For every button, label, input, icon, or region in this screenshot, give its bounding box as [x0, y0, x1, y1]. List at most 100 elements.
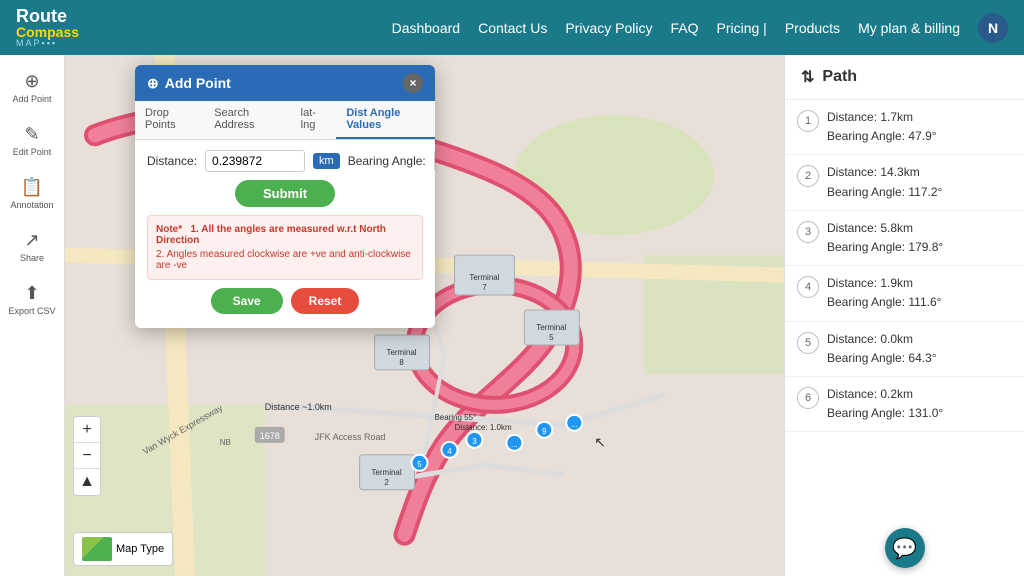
- map-container: Van Wyck Expressway JFK Access Road NB 1…: [65, 55, 784, 576]
- path-list: 1 Distance: 1.7km Bearing Angle: 47.9° 2…: [785, 100, 1024, 520]
- svg-text:↖: ↖: [594, 434, 606, 450]
- nav-avatar[interactable]: N: [978, 13, 1008, 43]
- tab-dist-angle[interactable]: Dist Angle Values: [336, 101, 435, 139]
- path-title: Path: [822, 68, 857, 86]
- share-icon: ↗: [24, 230, 39, 251]
- sidebar-label-share: Share: [20, 253, 44, 263]
- nav-dashboard[interactable]: Dashboard: [392, 20, 461, 36]
- nav-pricing[interactable]: Pricing |: [716, 20, 766, 36]
- zoom-reset-button[interactable]: ▲: [74, 469, 100, 495]
- map-type-button[interactable]: Map Type: [73, 532, 173, 566]
- svg-text:3: 3: [472, 437, 477, 446]
- nav-billing[interactable]: My plan & billing: [858, 20, 960, 36]
- path-item-bearing: Bearing Angle: 111.6°: [827, 293, 941, 312]
- sidebar-item-share[interactable]: ↗ Share: [4, 224, 60, 269]
- zoom-in-button[interactable]: +: [74, 417, 100, 443]
- add-point-header-icon: ⊕: [147, 75, 159, 92]
- sidebar-item-annotation[interactable]: 📋 Annotation: [4, 171, 60, 216]
- sidebar-label-annotation: Annotation: [10, 200, 53, 210]
- unit-badge: km: [313, 153, 340, 169]
- path-item: 1 Distance: 1.7km Bearing Angle: 47.9°: [785, 100, 1024, 155]
- map-type-label: Map Type: [116, 543, 164, 555]
- note-box: Note* 1. All the angles are measured w.r…: [147, 215, 423, 280]
- path-item: 3 Distance: 5.8km Bearing Angle: 179.8°: [785, 211, 1024, 266]
- reset-button[interactable]: Reset: [291, 288, 360, 314]
- sidebar: ⊕ Add Point ✎ Edit Point 📋 Annotation ↗ …: [0, 55, 65, 576]
- add-point-icon: ⊕: [24, 71, 39, 92]
- annotation-icon: 📋: [21, 177, 43, 198]
- svg-text:Distance ~1.0km: Distance ~1.0km: [265, 402, 332, 412]
- path-item-number: 2: [797, 165, 819, 187]
- dialog-tabs: Drop Points Search Address lat-lng Dist …: [135, 101, 435, 140]
- distance-row: Distance: km Bearing Angle:: [147, 150, 423, 172]
- distance-input[interactable]: [205, 150, 305, 172]
- svg-text:8: 8: [399, 358, 404, 367]
- nav-contact[interactable]: Contact Us: [478, 20, 547, 36]
- zoom-out-button[interactable]: −: [74, 443, 100, 469]
- svg-text:1678: 1678: [260, 431, 280, 441]
- nav-faq[interactable]: FAQ: [670, 20, 698, 36]
- svg-text:...: ...: [511, 440, 518, 449]
- svg-text:Bearing 55°: Bearing 55°: [434, 413, 476, 422]
- dialog-close-button[interactable]: ×: [403, 73, 423, 93]
- nav: Dashboard Contact Us Privacy Policy FAQ …: [392, 13, 1008, 43]
- path-panel: ⇅ Path 1 Distance: 1.7km Bearing Angle: …: [784, 55, 1024, 576]
- path-item-bearing: Bearing Angle: 64.3°: [827, 349, 937, 368]
- nav-privacy[interactable]: Privacy Policy: [565, 20, 652, 36]
- path-item-number: 1: [797, 110, 819, 132]
- path-item-bearing: Bearing Angle: 117.2°: [827, 183, 942, 202]
- path-item-info: Distance: 1.9km Bearing Angle: 111.6°: [827, 274, 941, 312]
- nav-products[interactable]: Products: [785, 20, 840, 36]
- svg-text:5: 5: [549, 333, 554, 342]
- svg-text:NB: NB: [220, 438, 231, 447]
- svg-text:Terminal: Terminal: [371, 468, 401, 477]
- path-icon: ⇅: [801, 67, 814, 87]
- fab-button[interactable]: 💬: [885, 528, 925, 568]
- path-item-bearing: Bearing Angle: 47.9°: [827, 127, 937, 146]
- path-item-info: Distance: 14.3km Bearing Angle: 117.2°: [827, 163, 942, 201]
- save-button[interactable]: Save: [211, 288, 283, 314]
- bearing-input[interactable]: [434, 150, 435, 172]
- dialog-header: ⊕ Add Point ×: [135, 65, 435, 101]
- path-item-distance: Distance: 1.9km: [827, 274, 941, 293]
- edit-point-icon: ✎: [24, 124, 39, 145]
- map-background[interactable]: Van Wyck Expressway JFK Access Road NB 1…: [65, 55, 784, 576]
- sidebar-item-add-point[interactable]: ⊕ Add Point: [4, 65, 60, 110]
- path-item-info: Distance: 0.0km Bearing Angle: 64.3°: [827, 330, 937, 368]
- svg-text:Terminal: Terminal: [469, 273, 499, 282]
- svg-text:Distance: 1.0km: Distance: 1.0km: [454, 423, 511, 432]
- svg-text:Terminal: Terminal: [386, 348, 416, 357]
- distance-label: Distance:: [147, 154, 197, 168]
- logo-compass: Compass: [16, 25, 79, 39]
- sidebar-label-export-csv: Export CSV: [8, 306, 55, 316]
- tab-drop-points[interactable]: Drop Points: [135, 101, 204, 139]
- path-item-number: 6: [797, 387, 819, 409]
- dialog-header-left: ⊕ Add Point: [147, 75, 231, 92]
- sidebar-item-export-csv[interactable]: ⬆ Export CSV: [4, 277, 60, 322]
- tab-lat-lng[interactable]: lat-lng: [291, 101, 337, 139]
- submit-button[interactable]: Submit: [235, 180, 335, 207]
- path-item: 4 Distance: 1.9km Bearing Angle: 111.6°: [785, 266, 1024, 321]
- sidebar-item-edit-point[interactable]: ✎ Edit Point: [4, 118, 60, 163]
- svg-text:Terminal: Terminal: [536, 323, 566, 332]
- path-item-number: 3: [797, 221, 819, 243]
- main-layout: ⊕ Add Point ✎ Edit Point 📋 Annotation ↗ …: [0, 55, 1024, 576]
- sidebar-label-edit-point: Edit Point: [13, 147, 52, 157]
- header: Route Compass MAP▪▪▪ Dashboard Contact U…: [0, 0, 1024, 55]
- dialog-body: Distance: km Bearing Angle: Submit Note*…: [135, 140, 435, 328]
- note-title: Note* 1. All the angles are measured w.r…: [156, 224, 414, 246]
- path-item-number: 4: [797, 276, 819, 298]
- path-item-bearing: Bearing Angle: 179.8°: [827, 238, 943, 257]
- svg-text:9: 9: [542, 427, 547, 436]
- svg-text:JFK Access Road: JFK Access Road: [315, 432, 386, 442]
- tab-search-address[interactable]: Search Address: [204, 101, 290, 139]
- svg-text:2: 2: [384, 478, 389, 487]
- path-item-info: Distance: 0.2km Bearing Angle: 131.0°: [827, 385, 943, 423]
- svg-text:...: ...: [571, 420, 578, 429]
- logo-map: MAP▪▪▪: [16, 39, 79, 48]
- path-item: 2 Distance: 14.3km Bearing Angle: 117.2°: [785, 155, 1024, 210]
- logo: Route Compass MAP▪▪▪: [16, 7, 79, 48]
- export-csv-icon: ⬆: [24, 283, 39, 304]
- map-thumbnail: [82, 537, 112, 561]
- note-line-2: 2. Angles measured clockwise are +ve and…: [156, 249, 414, 271]
